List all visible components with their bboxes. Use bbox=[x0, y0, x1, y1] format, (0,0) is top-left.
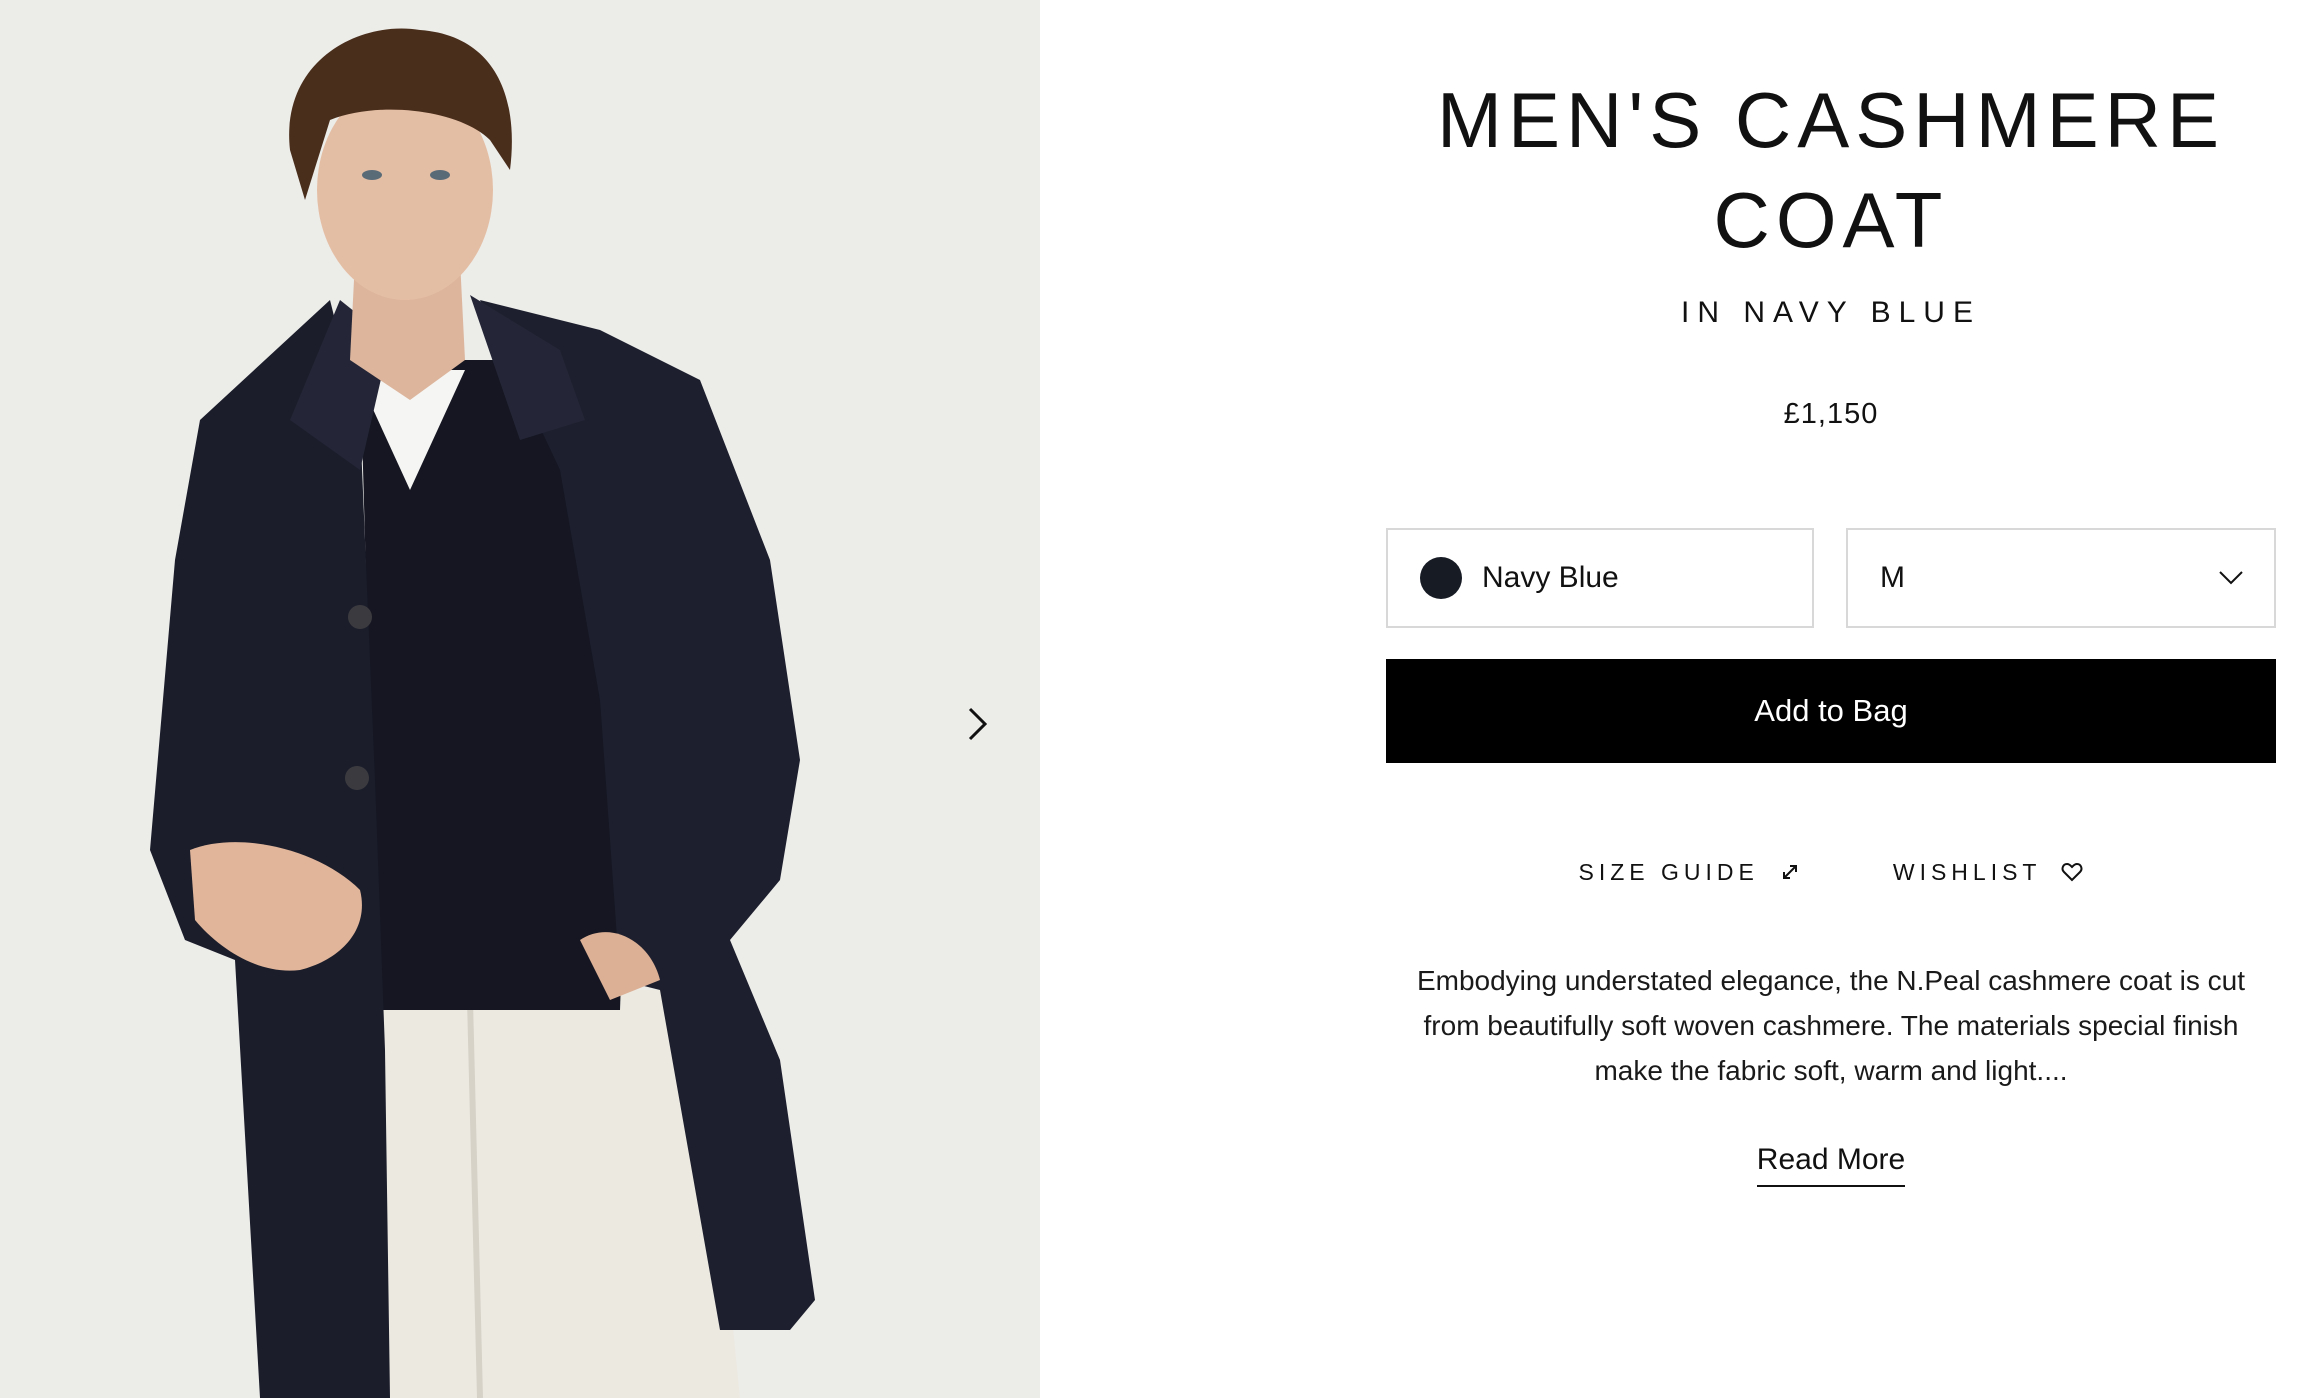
product-details: MEN'S CASHMERE COAT IN NAVY BLUE £1,150 … bbox=[1386, 0, 2276, 1398]
color-swatch bbox=[1420, 557, 1462, 599]
size-dropdown[interactable]: M bbox=[1846, 528, 2276, 628]
wishlist-label: WISHLIST bbox=[1892, 858, 2042, 885]
gallery-next-button[interactable] bbox=[954, 700, 1002, 748]
product-subtitle: IN NAVY BLUE bbox=[1681, 296, 1981, 329]
product-photo bbox=[0, 0, 1040, 1398]
product-title-line2: COAT bbox=[1713, 176, 1949, 264]
read-more-link[interactable]: Read More bbox=[1756, 1143, 1906, 1187]
heart-icon bbox=[2062, 862, 2083, 882]
product-title-line1: MEN'S CASHMERE bbox=[1437, 76, 2225, 164]
product-description: Embodying understated elegance, the N.Pe… bbox=[1416, 965, 2246, 1086]
wishlist-link[interactable]: WISHLIST bbox=[1893, 852, 2084, 892]
product-title: MEN'S CASHMERE COAT bbox=[1386, 70, 2276, 270]
chevron-right-icon bbox=[968, 707, 988, 741]
product-page: MEN'S CASHMERE COAT IN NAVY BLUE £1,150 … bbox=[0, 0, 2316, 1398]
product-links: SIZE GUIDE WISHLIST bbox=[1386, 852, 2276, 892]
read-more-wrapper: Read More bbox=[1386, 1143, 2276, 1187]
color-selector[interactable]: Navy Blue bbox=[1386, 528, 1814, 628]
add-to-bag-button[interactable]: Add to Bag bbox=[1386, 659, 2276, 763]
size-guide-link[interactable]: SIZE GUIDE bbox=[1579, 852, 1801, 892]
product-gallery bbox=[0, 0, 1040, 1398]
size-label: M bbox=[1880, 561, 1905, 594]
size-guide-label: SIZE GUIDE bbox=[1578, 858, 1759, 885]
resize-arrows-icon bbox=[1782, 865, 1797, 879]
color-label: Navy Blue bbox=[1482, 561, 1619, 594]
chevron-down-icon bbox=[2219, 571, 2243, 585]
product-price: £1,150 bbox=[1783, 398, 1879, 430]
